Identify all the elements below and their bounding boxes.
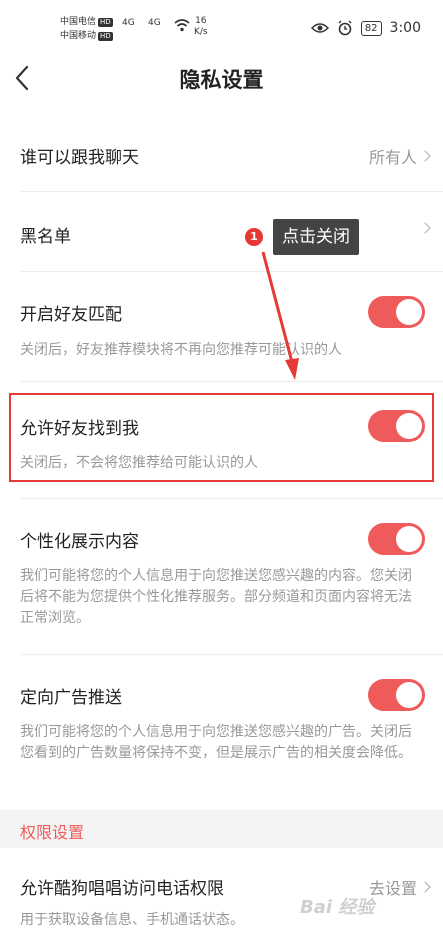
phone-permission-title: 允许酷狗唱唱访问电话权限	[20, 879, 224, 899]
status-bar: 中国电信 HD 中国移动 HD 4G 4G 16 K/s 82 3:00	[0, 0, 443, 56]
hd-badge-2: HD	[98, 32, 113, 41]
personalized-content-toggle[interactable]	[368, 523, 425, 555]
chevron-right-icon	[419, 881, 431, 893]
personalized-content-desc: 我们可能将您的个人信息用于向您推送您感兴趣的内容。您关闭后将不能为您提供个性化推…	[20, 568, 412, 626]
targeted-ads-toggle[interactable]	[368, 679, 425, 711]
alarm-icon	[338, 20, 352, 36]
friend-match-desc: 关闭后，好友推荐模块将不再向您推荐可能认识的人	[20, 342, 342, 358]
chat-permission-value-text: 所有人	[368, 148, 417, 167]
friend-match-title: 开启好友匹配	[20, 305, 122, 325]
divider	[20, 381, 443, 382]
chevron-right-icon	[419, 222, 431, 234]
personalized-content-title: 个性化展示内容	[20, 532, 139, 552]
divider	[20, 191, 443, 192]
nav-bar: 隐私设置	[0, 56, 443, 100]
carrier-2: 中国移动 HD	[60, 30, 113, 42]
divider	[20, 498, 443, 499]
wifi-icon	[174, 19, 190, 32]
hd-badge: HD	[98, 18, 113, 27]
divider	[20, 654, 443, 655]
carrier-1: 中国电信 HD	[60, 16, 113, 28]
phone-permission-value: 去设置	[368, 875, 431, 899]
signal-1: 4G	[122, 18, 135, 28]
carrier-2-label: 中国移动	[60, 31, 97, 41]
annotation-arrow-icon	[261, 251, 299, 380]
divider	[20, 271, 443, 272]
battery-indicator: 82	[360, 20, 382, 36]
toggle-knob	[396, 526, 422, 552]
toggle-knob	[396, 299, 422, 325]
clock: 3:00	[389, 20, 421, 36]
carrier-1-label: 中国电信	[60, 17, 97, 27]
chat-permission-value: 所有人	[368, 144, 431, 168]
toggle-knob	[396, 682, 422, 708]
status-right: 82 3:00	[310, 20, 421, 36]
permission-section-header: 权限设置	[0, 810, 443, 848]
speed-unit: K/s	[194, 27, 208, 37]
targeted-ads-desc: 我们可能将您的个人信息用于向您推送您感兴趣的广告。关闭后您看到的广告数量将保持不…	[20, 724, 412, 761]
chat-permission-title: 谁可以跟我聊天	[20, 148, 139, 168]
blacklist-title: 黑名单	[20, 227, 71, 247]
phone-permission-value-text: 去设置	[368, 879, 417, 898]
watermark: Bai 经验	[300, 897, 375, 918]
eye-icon	[310, 23, 329, 33]
targeted-ads-title: 定向广告推送	[20, 688, 122, 708]
network-speed: 16 K/s	[194, 16, 208, 38]
page-title: 隐私设置	[179, 68, 264, 92]
chevron-right-icon	[419, 150, 431, 162]
signal-2: 4G	[148, 18, 161, 28]
speed-value: 16	[195, 16, 207, 26]
friend-match-toggle[interactable]	[368, 296, 425, 328]
step-badge: 1	[245, 228, 263, 246]
highlight-box	[9, 393, 434, 482]
permission-section-title: 权限设置	[20, 823, 85, 842]
blacklist-chevron	[419, 222, 431, 234]
